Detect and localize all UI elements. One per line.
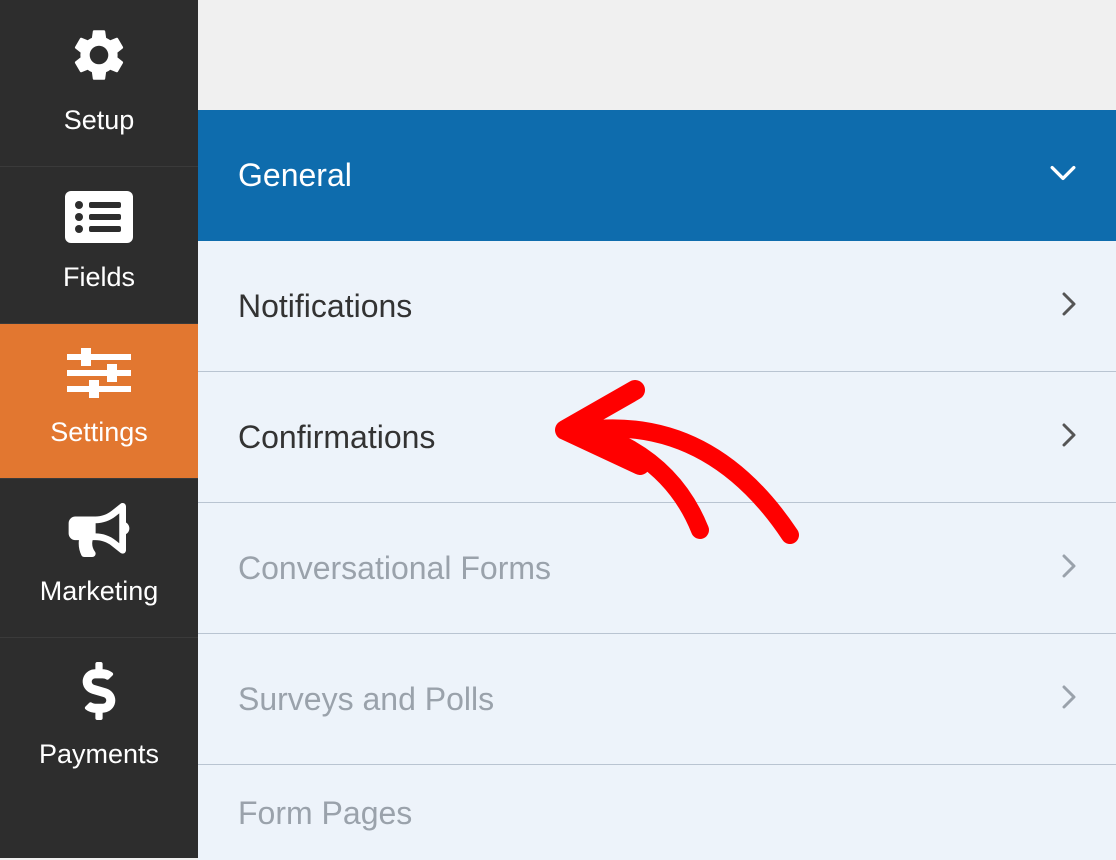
sidebar-item-label: Payments <box>39 739 159 770</box>
sidebar-item-label: Setup <box>64 105 135 136</box>
app-container: Setup Fields <box>0 0 1116 858</box>
settings-row-label: Surveys and Polls <box>238 681 494 718</box>
chevron-right-icon <box>1062 553 1076 584</box>
settings-row-form-pages[interactable]: Form Pages <box>198 765 1116 860</box>
settings-row-label: General <box>238 157 352 194</box>
dollar-icon <box>81 662 117 725</box>
sidebar-item-payments[interactable]: Payments <box>0 638 198 800</box>
main-content: General Notifications Confirmations Conv… <box>198 0 1116 858</box>
settings-row-general[interactable]: General <box>198 110 1116 241</box>
settings-row-confirmations[interactable]: Confirmations <box>198 372 1116 503</box>
settings-row-label: Conversational Forms <box>238 550 551 587</box>
chevron-right-icon <box>1062 291 1076 322</box>
sidebar-item-label: Marketing <box>40 576 159 607</box>
chevron-right-icon <box>1062 684 1076 715</box>
settings-list: General Notifications Confirmations Conv… <box>198 110 1116 860</box>
sidebar-item-label: Fields <box>63 262 135 293</box>
sidebar-item-marketing[interactable]: Marketing <box>0 479 198 638</box>
sidebar-item-label: Settings <box>50 417 148 448</box>
settings-row-label: Notifications <box>238 288 412 325</box>
settings-row-surveys-polls[interactable]: Surveys and Polls <box>198 634 1116 765</box>
chevron-right-icon <box>1062 422 1076 453</box>
list-icon <box>65 191 133 248</box>
sidebar-item-fields[interactable]: Fields <box>0 167 198 324</box>
settings-row-label: Form Pages <box>238 795 412 832</box>
chevron-down-icon <box>1050 165 1076 186</box>
sidebar-item-settings[interactable]: Settings <box>0 324 198 479</box>
gear-icon <box>68 24 130 91</box>
settings-row-label: Confirmations <box>238 419 435 456</box>
settings-row-notifications[interactable]: Notifications <box>198 241 1116 372</box>
sliders-icon <box>67 348 131 403</box>
sidebar-item-setup[interactable]: Setup <box>0 0 198 167</box>
megaphone-icon <box>68 503 130 562</box>
settings-row-conversational-forms[interactable]: Conversational Forms <box>198 503 1116 634</box>
sidebar: Setup Fields <box>0 0 198 858</box>
